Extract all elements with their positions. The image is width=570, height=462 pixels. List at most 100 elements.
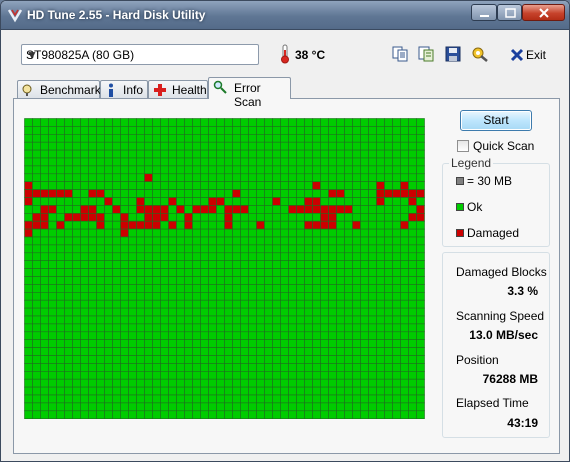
block-ok [192, 292, 201, 301]
block-ok [224, 173, 233, 182]
block-ok [328, 386, 337, 396]
magnifier-icon [213, 80, 227, 94]
block-ok [72, 126, 81, 135]
block-ok [168, 141, 177, 151]
block-ok [400, 205, 409, 214]
block-ok [160, 236, 169, 246]
block-ok [96, 284, 105, 293]
block-ok [352, 228, 361, 238]
chevron-down-icon[interactable]: ▼ [26, 48, 254, 62]
block-ok [232, 133, 241, 143]
block-ok [96, 141, 105, 151]
block-ok [240, 307, 249, 317]
block-ok [88, 292, 97, 301]
block-ok [144, 228, 153, 238]
start-button[interactable]: Start [460, 110, 532, 131]
block-ok [248, 371, 257, 380]
block-ok [72, 149, 81, 159]
block-ok [288, 386, 297, 396]
block-ok [408, 323, 417, 333]
block-ok [256, 363, 265, 372]
block-ok [400, 315, 409, 325]
block-ok [160, 157, 169, 167]
block-ok [120, 315, 129, 325]
block-damaged [408, 197, 417, 206]
block-ok [72, 197, 81, 206]
tab-health[interactable]: Health [148, 80, 208, 98]
copy-text-icon[interactable] [391, 45, 409, 63]
block-ok [224, 292, 233, 301]
block-ok [280, 118, 289, 127]
block-ok [96, 228, 105, 238]
save-icon[interactable] [444, 45, 462, 63]
block-ok [56, 410, 65, 419]
block-ok [232, 244, 241, 254]
block-ok [416, 173, 425, 182]
block-ok [280, 394, 289, 404]
block-ok [24, 213, 33, 222]
block-ok [200, 189, 209, 198]
block-ok [264, 386, 273, 396]
block-ok [392, 315, 401, 325]
legend-swatch-block-size [456, 177, 464, 185]
title-bar[interactable]: HD Tune 2.55 - Hard Disk Utility [1, 1, 569, 30]
block-ok [256, 284, 265, 293]
block-ok [216, 165, 225, 175]
block-ok [392, 173, 401, 182]
drive-select[interactable]: ST980825A (80 GB) ▼ [21, 44, 259, 65]
block-ok [104, 220, 113, 230]
block-ok [384, 236, 393, 246]
tab-info[interactable]: Info [100, 80, 148, 98]
block-ok [152, 126, 161, 135]
block-ok [328, 181, 337, 190]
block-ok [224, 284, 233, 293]
quick-scan-label[interactable]: Quick Scan [473, 139, 534, 153]
block-ok [312, 410, 321, 419]
block-ok [216, 149, 225, 159]
block-ok [80, 149, 89, 159]
tab-benchmark[interactable]: Benchmark [17, 80, 101, 98]
block-ok [384, 252, 393, 262]
minimize-button[interactable] [471, 4, 497, 21]
block-ok [304, 363, 313, 372]
block-ok [40, 126, 49, 135]
maximize-button[interactable] [497, 4, 522, 21]
block-ok [320, 323, 329, 333]
exit-button[interactable]: Exit [506, 45, 550, 65]
block-ok [208, 260, 217, 269]
block-ok [176, 276, 185, 285]
block-ok [152, 181, 161, 190]
block-ok [104, 126, 113, 135]
block-ok [408, 276, 417, 285]
block-ok [120, 402, 129, 412]
close-button[interactable] [522, 4, 565, 21]
block-ok [88, 299, 97, 309]
block-ok [288, 315, 297, 325]
block-ok [120, 260, 129, 269]
block-ok [176, 284, 185, 293]
block-ok [32, 371, 41, 380]
block-ok [40, 323, 49, 333]
block-ok [320, 410, 329, 419]
block-ok [128, 141, 137, 151]
block-ok [264, 252, 273, 262]
block-ok [400, 378, 409, 388]
block-ok [304, 173, 313, 182]
block-ok [104, 371, 113, 380]
block-ok [64, 378, 73, 388]
block-ok [72, 276, 81, 285]
quick-scan-checkbox[interactable] [457, 140, 469, 152]
block-ok [344, 284, 353, 293]
block-ok [352, 378, 361, 388]
tab-error-scan[interactable]: Error Scan [208, 77, 291, 109]
options-icon[interactable] [471, 45, 489, 63]
block-ok [312, 331, 321, 341]
block-ok [352, 260, 361, 269]
copy-info-icon[interactable] [417, 45, 435, 63]
block-ok [128, 244, 137, 254]
block-ok [120, 157, 129, 167]
block-ok [184, 386, 193, 396]
block-ok [272, 347, 281, 356]
block-ok [256, 133, 265, 143]
block-damaged [344, 205, 353, 214]
